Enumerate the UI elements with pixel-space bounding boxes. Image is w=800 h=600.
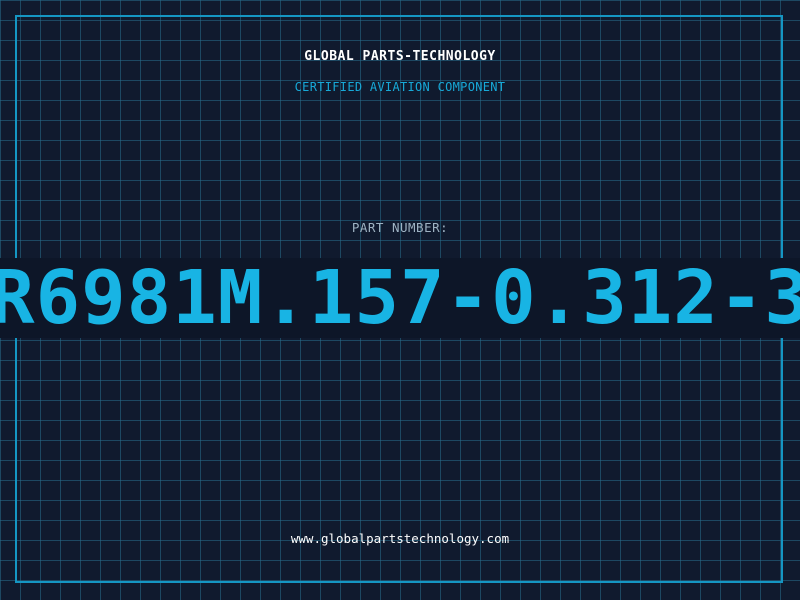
- part-number-band: R6981M.157-0.312-3: [0, 258, 800, 338]
- website-url: www.globalpartstechnology.com: [290, 531, 510, 546]
- part-number-label: PART NUMBER:: [351, 220, 449, 235]
- certificate-page: GLOBAL PARTS-TECHNOLOGY CERTIFIED AVIATI…: [0, 0, 800, 600]
- certification-tagline: CERTIFIED AVIATION COMPONENT: [294, 80, 506, 94]
- part-number-value: R6981M.157-0.312-3: [0, 258, 800, 338]
- company-name: GLOBAL PARTS-TECHNOLOGY: [304, 49, 496, 64]
